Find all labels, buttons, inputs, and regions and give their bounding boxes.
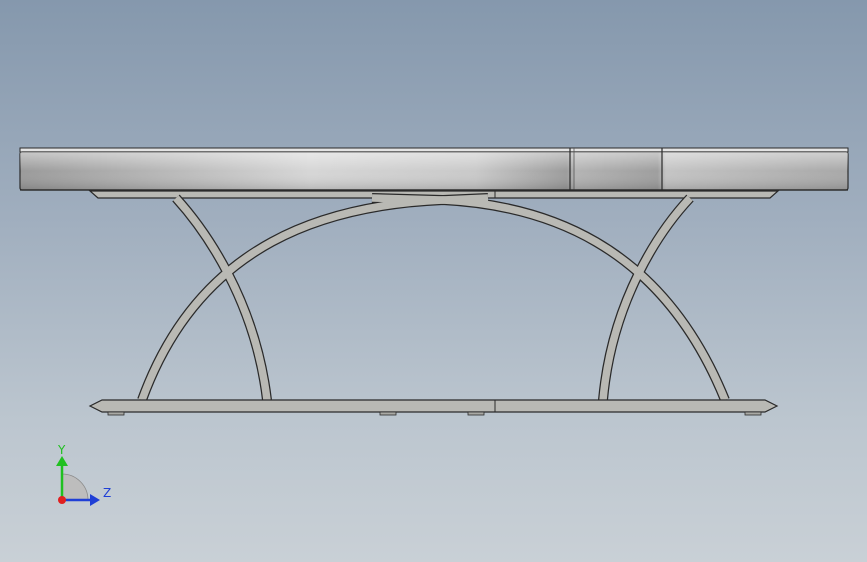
graphics-viewport[interactable]: Y Z (0, 0, 867, 562)
z-axis-label: Z (103, 486, 111, 500)
z-arrowhead-icon (90, 494, 100, 506)
y-arrowhead-icon (56, 456, 68, 466)
triad-plane-icon (61, 473, 89, 501)
table-top[interactable] (19, 147, 849, 191)
base-rail[interactable] (88, 399, 779, 416)
orientation-triad[interactable]: Y Z (56, 443, 111, 506)
y-axis-label: Y (57, 443, 66, 457)
frame-arches[interactable] (137, 193, 730, 402)
x-axis-dot-icon (58, 496, 66, 504)
model-canvas[interactable]: Y Z (0, 0, 867, 562)
